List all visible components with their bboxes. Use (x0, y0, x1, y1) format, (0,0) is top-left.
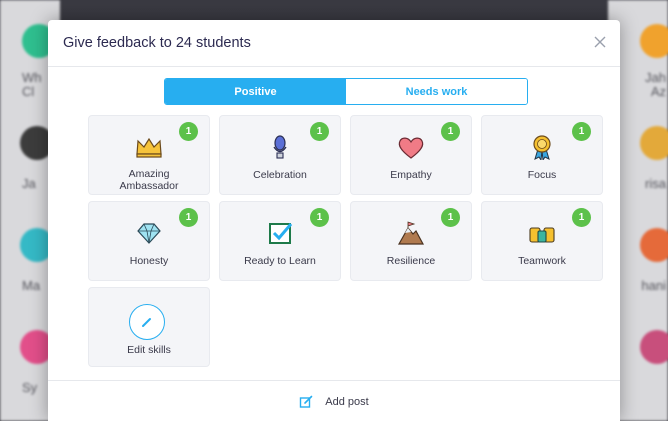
edit-post-icon (300, 395, 313, 408)
skill-label: Honesty (129, 255, 169, 267)
skill-label: Focus (527, 169, 557, 181)
skill-label: Ready to Learn (244, 255, 316, 267)
student-name: Ma (22, 278, 41, 293)
team-icon (529, 227, 555, 243)
skill-label: Amazing Ambassador (119, 168, 179, 192)
student-avatar (640, 126, 668, 160)
microphone-icon (273, 135, 287, 159)
student-name: hani (641, 278, 666, 293)
skill-tile-focus[interactable]: 1 Focus (481, 115, 603, 195)
add-post-button[interactable]: Add post (48, 380, 620, 421)
crown-icon (136, 137, 162, 158)
mountain-flag-icon (397, 221, 425, 245)
skill-tile-teamwork[interactable]: 1 Teamwork (481, 201, 603, 281)
heart-icon (398, 137, 424, 159)
modal-header: Give feedback to 24 students (48, 20, 620, 67)
count-badge: 1 (572, 122, 591, 141)
skill-label: Resilience (386, 255, 436, 267)
diamond-icon (137, 223, 161, 244)
count-badge: 1 (310, 208, 329, 227)
tab-needs-work[interactable]: Needs work (346, 79, 527, 104)
student-avatar (640, 228, 668, 262)
skill-tile-honesty[interactable]: 1 Honesty (88, 201, 210, 281)
feedback-modal: Give feedback to 24 students Positive Ne… (48, 20, 620, 421)
skill-tile-amazing-ambassador[interactable]: 1 Amazing Ambassador (88, 115, 210, 195)
edit-skills-tile[interactable]: Edit skills (88, 287, 210, 367)
pencil-icon (142, 318, 151, 327)
skill-tile-empathy[interactable]: 1 Empathy (350, 115, 472, 195)
feedback-type-toggle: Positive Needs work (164, 78, 528, 105)
medal-icon (533, 135, 551, 160)
count-badge: 1 (179, 122, 198, 141)
student-name: Az (650, 84, 666, 99)
student-name: Ja (22, 176, 36, 191)
skill-tile-celebration[interactable]: 1 Celebration (219, 115, 341, 195)
student-name: risa (645, 176, 666, 191)
student-name: Wh (22, 70, 42, 85)
add-post-label: Add post (325, 395, 369, 408)
edit-skills-circle (129, 304, 165, 340)
count-badge: 1 (441, 208, 460, 227)
student-name: Jah (645, 70, 666, 85)
skill-label: Teamwork (518, 255, 566, 267)
skill-label: Empathy (390, 169, 432, 181)
count-badge: 1 (572, 208, 591, 227)
count-badge: 1 (310, 122, 329, 141)
count-badge: 1 (441, 122, 460, 141)
edit-skills-label: Edit skills (127, 344, 171, 356)
modal-title: Give feedback to 24 students (63, 35, 251, 51)
checkbox-icon (269, 223, 293, 244)
count-badge: 1 (179, 208, 198, 227)
close-icon (594, 36, 606, 48)
tab-positive[interactable]: Positive (165, 79, 346, 104)
skill-tile-resilience[interactable]: 1 Resilience (350, 201, 472, 281)
close-button[interactable] (588, 30, 612, 54)
student-name: Cl (22, 84, 35, 99)
skill-label: Celebration (253, 169, 307, 181)
skill-tile-ready-to-learn[interactable]: 1 Ready to Learn (219, 201, 341, 281)
student-avatar (640, 330, 668, 364)
student-name: Sy (22, 380, 38, 395)
student-avatar (640, 24, 668, 58)
